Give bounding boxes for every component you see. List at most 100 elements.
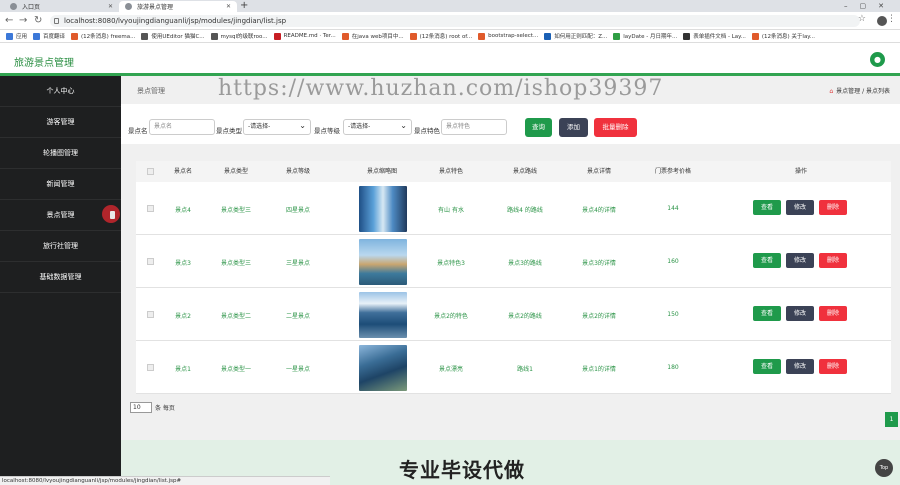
row-checkbox[interactable] xyxy=(147,205,154,212)
thumbnail-image xyxy=(359,186,407,232)
level-filter-label: 景点等级 xyxy=(314,127,340,135)
close-tab-icon[interactable]: ✕ xyxy=(108,3,113,10)
breadcrumb-bar: 景点管理 https://www.huzhan.com/ishop39397 ⌂… xyxy=(121,76,900,104)
sidebar-item-personal-center[interactable]: 个人中心 xyxy=(0,76,121,107)
bookmark-label: 百度翻译 xyxy=(43,34,66,40)
bookmark-item[interactable]: README.md · Ter... xyxy=(273,32,336,40)
view-button[interactable]: 查看 xyxy=(753,253,781,268)
forward-arrow-icon[interactable]: → xyxy=(19,14,27,28)
column-header: 操作 xyxy=(794,168,807,175)
edit-button[interactable]: 修改 xyxy=(786,253,814,268)
query-button[interactable]: 查询 xyxy=(525,118,552,137)
bookmarks-bar: 应用 百度翻译 (12条消息) freema... 使用UEditor 猫猫C... m… xyxy=(0,30,900,43)
bookmark-label: (12条消息) 关于lay... xyxy=(761,34,816,40)
feature-filter-input[interactable]: 景点特色 xyxy=(441,119,507,135)
bookmark-item[interactable]: (12条消息) 关于lay... xyxy=(751,32,816,40)
thumbnail-image xyxy=(359,239,407,285)
bookmark-item[interactable]: mysql的级联roo... xyxy=(210,32,268,40)
bookmark-item[interactable]: (12条消息) freema... xyxy=(71,32,135,40)
bookmark-favicon-icon xyxy=(210,32,218,40)
view-button[interactable]: 查看 xyxy=(753,359,781,374)
table-row: 景点2 景点类型二 二星景点 景点2的特色 景点2的路线 景点2的详情 150 … xyxy=(136,288,891,341)
view-button[interactable]: 查看 xyxy=(753,306,781,321)
level-filter-select[interactable]: -请选择- xyxy=(343,119,412,135)
sidebar-item-news[interactable]: 新闻管理 xyxy=(0,169,121,200)
browser-tab[interactable]: 入口页 ✕ xyxy=(4,1,119,12)
reload-icon[interactable]: ↻ xyxy=(34,14,42,28)
row-checkbox[interactable] xyxy=(147,364,154,371)
sidebar-item-travel-agency[interactable]: 旅行社管理 xyxy=(0,231,121,262)
cell-feature: 景点特色3 xyxy=(437,260,465,267)
thumbnail-image xyxy=(359,345,407,391)
column-header: 景点路线 xyxy=(512,168,537,175)
sidebar-item-carousel[interactable]: 轮播图管理 xyxy=(0,138,121,169)
bookmark-label: (12条消息) root of... xyxy=(419,34,473,40)
home-icon[interactable]: ⌂ xyxy=(829,88,833,95)
bookmark-item[interactable]: 如何用正则匹配：Z... xyxy=(544,32,607,40)
cell-price: 150 xyxy=(667,311,679,318)
bookmark-item[interactable]: (12条消息) root of... xyxy=(409,32,473,40)
bookmark-label: 应用 xyxy=(16,34,28,40)
bookmark-item[interactable]: bootstrap-select... xyxy=(478,32,538,40)
batch-delete-button[interactable]: 批量删除 xyxy=(594,118,637,137)
bookmark-favicon-icon xyxy=(544,32,552,40)
cell-level: 一星景点 xyxy=(285,366,310,373)
delete-button[interactable]: 删除 xyxy=(819,200,847,215)
url-field[interactable]: localhost:8080/lvyoujingdianguanli/jsp/m… xyxy=(50,15,860,27)
add-button[interactable]: 添加 xyxy=(559,118,588,137)
column-header: 景点详情 xyxy=(586,168,611,175)
sidebar-item-basic-data[interactable]: 基础数据管理 xyxy=(0,262,121,293)
page-title: 景点管理 xyxy=(137,87,165,95)
close-tab-icon[interactable]: ✕ xyxy=(226,3,231,10)
name-filter-input[interactable]: 景点名 xyxy=(149,119,215,135)
delete-button[interactable]: 删除 xyxy=(819,359,847,374)
bookmark-star-icon[interactable]: ☆ xyxy=(858,14,866,24)
new-tab-button[interactable]: + xyxy=(240,0,248,12)
delete-button[interactable]: 删除 xyxy=(819,253,847,268)
bookmark-favicon-icon xyxy=(341,32,349,40)
column-header: 景点特色 xyxy=(438,168,463,175)
cell-type: 景点类型二 xyxy=(220,313,251,320)
cell-feature: 景点2的特色 xyxy=(434,313,468,320)
page-size-select[interactable]: 10 xyxy=(130,402,152,413)
edit-button[interactable]: 修改 xyxy=(786,306,814,321)
pagination-current-page[interactable]: 1 xyxy=(885,412,898,427)
bookmark-favicon-icon xyxy=(683,32,691,40)
cell-name: 景点2 xyxy=(175,313,191,320)
delete-button[interactable]: 删除 xyxy=(819,306,847,321)
bookmark-favicon-icon xyxy=(33,32,41,40)
bookmark-item[interactable]: layDate - 月日期年... xyxy=(613,32,677,40)
column-header: 景点名 xyxy=(173,168,192,175)
edit-button[interactable]: 修改 xyxy=(786,359,814,374)
bookmark-item[interactable]: 应用 xyxy=(6,32,27,40)
view-button[interactable]: 查看 xyxy=(753,200,781,215)
bookmark-favicon-icon xyxy=(613,32,621,40)
bookmark-item[interactable]: 使用UEditor 猫猫C... xyxy=(141,32,205,40)
table-row: 景点3 景点类型三 三星景点 景点特色3 景点3的路线 景点3的详情 160 查… xyxy=(136,235,891,288)
type-filter-select[interactable]: -请选择- xyxy=(243,119,311,135)
bookmark-item[interactable]: 表单插件文档 - Lay... xyxy=(683,32,746,40)
mouse-cursor-icon xyxy=(102,205,120,223)
cell-detail: 景点1的详情 xyxy=(582,366,616,373)
bookmark-item[interactable]: 在java web项目中... xyxy=(341,32,404,40)
row-checkbox[interactable] xyxy=(147,311,154,318)
select-all-checkbox[interactable] xyxy=(147,168,154,175)
bookmark-item[interactable]: 百度翻译 xyxy=(33,32,65,40)
edit-button[interactable]: 修改 xyxy=(786,200,814,215)
cell-name: 景点1 xyxy=(175,366,191,373)
feature-filter-label: 景点特色 xyxy=(414,127,440,135)
browser-tab-active[interactable]: 旅游景点管理 ✕ xyxy=(119,1,237,12)
row-checkbox[interactable] xyxy=(147,258,154,265)
column-header: 景点缩略图 xyxy=(366,168,397,175)
browser-menu-icon[interactable]: ⋮ xyxy=(887,14,896,24)
back-arrow-icon[interactable]: ← xyxy=(5,14,13,28)
sidebar-item-tourists[interactable]: 游客管理 xyxy=(0,107,121,138)
status-bar-url: localhost:8080/lvyoujingdianguanli/jsp/m… xyxy=(0,476,330,485)
back-to-top-button[interactable]: Top xyxy=(875,459,893,477)
bookmark-favicon-icon xyxy=(6,32,13,40)
cell-feature: 有山 有水 xyxy=(438,207,464,214)
window-controls[interactable]: –▢✕ xyxy=(844,0,896,12)
bookmark-label: 使用UEditor 猫猫C... xyxy=(151,34,205,40)
profile-avatar-icon[interactable] xyxy=(877,16,887,26)
user-icon[interactable]: ● xyxy=(870,52,885,67)
